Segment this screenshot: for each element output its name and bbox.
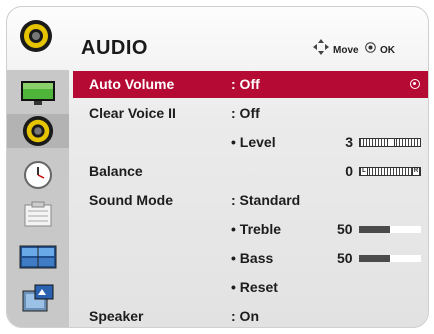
treble-number: 50 <box>337 221 353 237</box>
treble-bar-fill <box>359 226 390 233</box>
balance-left-label: L <box>360 168 368 175</box>
auto-volume-value: : Off <box>231 76 260 92</box>
level-slider[interactable] <box>359 138 421 147</box>
sound-mode-label: Sound Mode <box>89 192 173 208</box>
sidebar-item-picture[interactable] <box>15 76 61 110</box>
move-hint-label: Move <box>333 45 359 56</box>
bass-row[interactable]: • Bass 50 <box>73 245 428 272</box>
speaker-value: : On <box>231 308 259 324</box>
ok-button-icon <box>365 42 376 53</box>
treble-bar[interactable] <box>359 226 421 233</box>
audio-icon <box>22 115 54 147</box>
auto-volume-row[interactable]: Auto Volume : Off <box>73 71 428 98</box>
speaker-label: Speaker <box>89 308 144 324</box>
picture-icon <box>21 81 55 105</box>
reset-label: • Reset <box>231 279 278 295</box>
clock-icon <box>24 161 52 189</box>
bass-label: • Bass <box>231 250 274 266</box>
sidebar-item-audio[interactable] <box>7 114 69 148</box>
sidebar-item-screen[interactable] <box>15 240 61 274</box>
balance-number: 0 <box>345 163 353 179</box>
setup-icon <box>24 201 52 227</box>
speaker-row[interactable]: Speaker : On <box>73 303 428 327</box>
clear-voice-row[interactable]: Clear Voice II : Off <box>73 100 428 127</box>
category-sidebar <box>7 70 69 327</box>
balance-right-label: R <box>412 168 420 175</box>
bass-number: 50 <box>337 250 353 266</box>
treble-label: • Treble <box>231 221 282 237</box>
level-label: • Level <box>231 134 276 150</box>
sidebar-item-setup[interactable] <box>15 198 61 232</box>
input-icon <box>22 284 54 312</box>
audio-settings-list: Auto Volume : Off Clear Voice II : Off •… <box>73 65 428 327</box>
menu-header: AUDIO Move OK <box>7 7 428 65</box>
level-row[interactable]: • Level 3 <box>73 129 428 156</box>
audio-menu-window: AUDIO Move OK Auto Volume: Off Clear Vo… <box>6 6 429 328</box>
auto-volume-label: Auto Volume <box>89 76 175 92</box>
sidebar-item-time[interactable] <box>15 158 61 192</box>
balance-row[interactable]: Balance 0 L R <box>73 158 428 185</box>
balance-slider[interactable]: L R <box>359 167 421 176</box>
speaker-icon <box>20 20 52 52</box>
screen-icon <box>19 245 57 269</box>
treble-row[interactable]: • Treble 50 <box>73 216 428 243</box>
level-number: 3 <box>345 134 353 150</box>
clear-voice-value: : Off <box>231 105 260 121</box>
bass-bar-fill <box>359 255 390 262</box>
sound-mode-value: : Standard <box>231 192 301 208</box>
move-arrows-icon <box>313 39 329 55</box>
reset-row[interactable]: • Reset <box>73 274 428 301</box>
ok-hint-label: OK <box>380 45 395 56</box>
level-slider-knob[interactable] <box>387 139 395 146</box>
sidebar-item-input[interactable] <box>15 282 61 316</box>
selected-indicator-icon <box>410 79 420 89</box>
clear-voice-label: Clear Voice II <box>89 105 176 121</box>
sound-mode-row[interactable]: Sound Mode : Standard <box>73 187 428 214</box>
page-title: AUDIO <box>81 37 148 59</box>
bass-bar[interactable] <box>359 255 421 262</box>
balance-label: Balance <box>89 163 143 179</box>
